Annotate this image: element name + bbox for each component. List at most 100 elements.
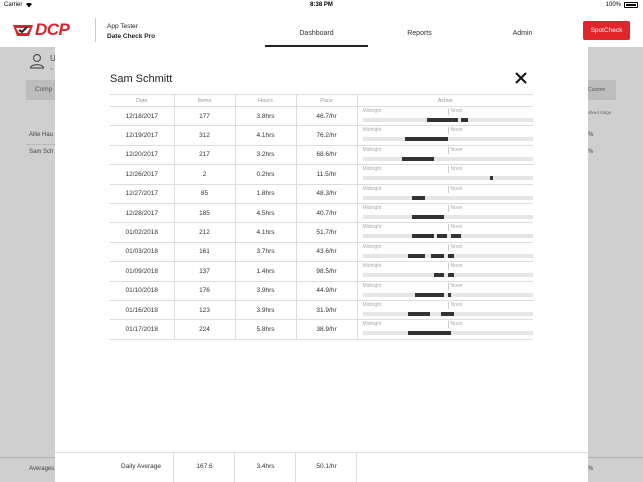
row-active-timeline: Midnight Noon — [357, 281, 533, 301]
battery-icon — [624, 2, 638, 8]
row-active-timeline: Midnight Noon — [357, 125, 533, 146]
timeline-midnight-label: Midnight — [362, 263, 382, 270]
row-pace: 43.6/hr — [296, 242, 358, 263]
row-items: 177 — [174, 106, 236, 127]
row-hours: 3.9hrs — [235, 281, 297, 301]
timeline-noon-label: Noon — [447, 108, 462, 115]
background-user-sub: In — [50, 66, 54, 71]
activity-segment — [408, 253, 426, 258]
row-date: 12/19/2017 — [110, 125, 175, 146]
row-date: 01/17/2018 — [110, 319, 175, 340]
row-items: 176 — [174, 281, 236, 301]
table-header-row: Date Items Hours Pace Active — [110, 94, 533, 107]
timeline-noon-label: Noon — [447, 166, 462, 174]
timeline-midnight-label: Midnight — [362, 108, 382, 114]
timeline-midnight-label: Midnight — [362, 224, 382, 231]
timeline-noon-label: Noon — [447, 127, 462, 135]
daily-average-items: 167.6 — [196, 463, 213, 470]
app-header: DCP App Tester Date Check Pro Dashboard … — [0, 12, 643, 47]
background-row-divider — [26, 144, 56, 145]
row-items: 137 — [174, 261, 236, 282]
timeline-track — [362, 311, 533, 316]
row-pace: 46.7/hr — [296, 106, 358, 127]
dcp-logo-icon — [13, 25, 33, 36]
background-row-name[interactable]: Sam Sch — [29, 149, 53, 155]
tab-dashboard[interactable]: Dashboard — [265, 12, 368, 47]
activity-segment — [430, 253, 445, 258]
daily-average-pace: 50.1/hr — [316, 463, 337, 470]
row-active-timeline: Midnight Noon — [357, 145, 533, 166]
row-active-timeline: Midnight Noon — [357, 319, 533, 340]
timeline-track — [362, 156, 533, 161]
timeline-track — [362, 176, 533, 181]
status-time: 8:38 PM — [310, 2, 333, 8]
table-row: 01/16/2018 123 3.9hrs 31.9/hr Midnight Noon — [110, 300, 533, 321]
row-date: 01/02/2018 — [110, 222, 175, 243]
background-row-name[interactable]: Allie Hau — [29, 132, 53, 138]
row-hours: 3.9hrs — [235, 300, 297, 321]
row-date: 12/26/2017 — [110, 164, 175, 185]
timeline-midnight-label: Midnight — [362, 166, 382, 173]
row-pace: 98.5/hr — [296, 261, 358, 282]
row-items: 85 — [174, 184, 236, 204]
column-header-pace: Pace — [296, 94, 358, 107]
daily-average-hours: 3.4hrs — [256, 463, 275, 470]
row-pace: 76.2/hr — [296, 125, 358, 146]
header-divider — [95, 18, 96, 42]
timeline-noon-label: Noon — [447, 185, 462, 193]
timeline-track — [362, 292, 533, 297]
main-nav: Dashboard Reports Admin — [265, 12, 574, 47]
row-active-timeline: Midnight Noon — [357, 184, 533, 204]
footer-divider — [55, 452, 588, 453]
activity-segment — [440, 311, 455, 316]
table-row: 12/19/2017 312 4.1hrs 76.2/hr Midnight Noon — [110, 125, 533, 146]
row-active-timeline: Midnight Noon — [357, 300, 533, 321]
app-logo[interactable]: DCP — [12, 18, 70, 42]
row-items: 217 — [174, 145, 236, 166]
table-row: 01/17/2018 224 5.8hrs 38.9/hr Midnight Noon — [110, 319, 533, 340]
row-hours: 5.8hrs — [235, 319, 297, 340]
activity-segment — [401, 156, 434, 161]
row-pace: 44.9/hr — [296, 281, 358, 301]
timeline-midnight-label: Midnight — [362, 282, 382, 289]
footer-column-divider — [356, 453, 357, 482]
activity-segment — [490, 176, 494, 181]
row-pace: 40.7/hr — [296, 203, 358, 224]
user-icon — [29, 53, 45, 69]
column-header-hours: Hours — [235, 94, 297, 107]
table-row: 12/18/2017 177 3.8hrs 46.7/hr Midnight Noon — [110, 106, 533, 127]
background-row-pct: % — [588, 149, 594, 155]
row-pace: 68.6/hr — [296, 145, 358, 166]
row-pace: 11.5/hr — [296, 164, 358, 185]
background-column-left: Comp — [35, 86, 53, 93]
spotcheck-button[interactable]: SpotCheck — [583, 21, 630, 40]
background-row-pct: % — [588, 132, 594, 138]
background-column-right: Custom — [588, 87, 606, 93]
tab-admin[interactable]: Admin — [471, 12, 574, 47]
activity-segment — [405, 137, 448, 142]
close-icon[interactable] — [515, 72, 527, 84]
column-header-date: Date — [110, 94, 175, 107]
row-active-timeline: Midnight Noon — [357, 106, 533, 127]
row-pace: 38.9/hr — [296, 319, 358, 340]
timeline-track — [362, 253, 533, 258]
activity-segment — [447, 253, 455, 258]
activity-segment — [447, 273, 455, 278]
row-hours: 4.1hrs — [235, 125, 297, 146]
row-hours: 3.8hrs — [235, 106, 297, 127]
timeline-track — [362, 118, 533, 122]
row-date: 12/27/2017 — [110, 184, 175, 204]
user-name: App Tester — [107, 23, 138, 30]
activity-segment — [433, 273, 445, 278]
row-items: 212 — [174, 222, 236, 243]
activity-segment — [411, 195, 426, 200]
table-row: 12/26/2017 2 0.2hrs 11.5/hr Midnight Noon — [110, 164, 533, 185]
row-items: 123 — [174, 300, 236, 321]
row-date: 01/03/2018 — [110, 242, 175, 263]
activity-segment — [437, 234, 448, 239]
status-bar: Carrier 8:38 PM 100% — [0, 0, 643, 12]
timeline-noon-label: Noon — [447, 321, 462, 329]
row-items: 312 — [174, 125, 236, 146]
table-row: 01/03/2018 161 3.7hrs 43.6/hr Midnight Noon — [110, 242, 533, 263]
tab-reports[interactable]: Reports — [368, 12, 471, 47]
